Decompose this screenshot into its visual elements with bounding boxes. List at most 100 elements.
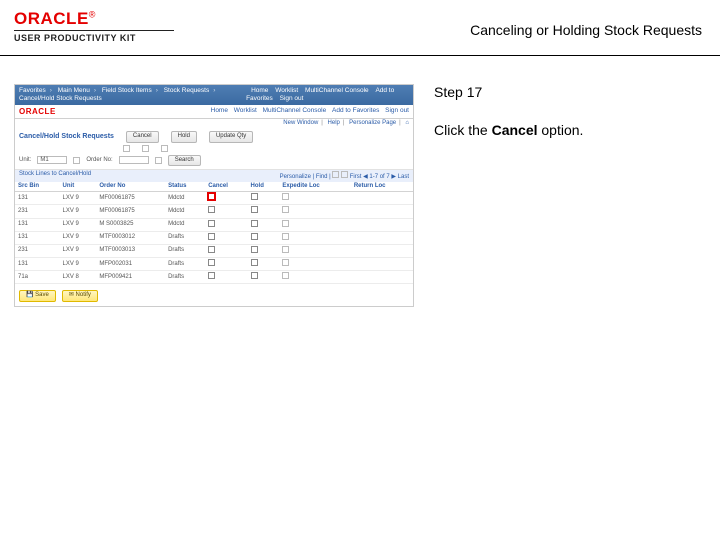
search-button[interactable]: Search xyxy=(168,155,201,166)
hold-checkbox[interactable] xyxy=(251,272,258,279)
table-cell: Drafts xyxy=(165,258,205,271)
lookup-icon[interactable] xyxy=(282,220,289,227)
return-cell xyxy=(351,271,413,284)
notify-button[interactable]: ✉ Notify xyxy=(62,290,98,301)
col-cancel[interactable]: Cancel xyxy=(205,182,247,192)
mast-link[interactable]: Worklist xyxy=(234,107,257,114)
table-cell: LXV 9 xyxy=(60,258,97,271)
grid-tools-links[interactable]: Personalize | Find | xyxy=(280,174,331,180)
return-cell xyxy=(351,205,413,218)
nav-link-home[interactable]: Home xyxy=(251,87,268,94)
crumb-item[interactable]: Favorites xyxy=(19,87,46,94)
hold-button[interactable]: Hold xyxy=(171,131,197,142)
col-expedite[interactable]: Expedite Loc xyxy=(279,182,350,192)
expedite-cell xyxy=(279,205,350,218)
cancel-checkbox[interactable] xyxy=(208,206,215,213)
col-orderno[interactable]: Order No xyxy=(96,182,165,192)
crumb-item[interactable]: Cancel/Hold Stock Requests xyxy=(19,95,102,102)
lookup-icon[interactable] xyxy=(282,259,289,266)
lookup-icon[interactable] xyxy=(282,272,289,279)
masthead: ORACLE Home Worklist MultiChannel Consol… xyxy=(15,105,413,120)
hold-cell xyxy=(248,231,280,244)
instr-pre: Click the xyxy=(434,122,492,138)
nav-link-console[interactable]: MultiChannel Console xyxy=(305,87,369,94)
step-label: Step 17 xyxy=(434,84,706,100)
cancel-button[interactable]: Cancel xyxy=(126,131,159,142)
col-srcbin[interactable]: Src Bin xyxy=(15,182,60,192)
cancel-checkbox[interactable] xyxy=(208,220,215,227)
hold-checkbox[interactable] xyxy=(251,193,258,200)
logo-divider xyxy=(14,30,174,31)
hold-checkbox[interactable] xyxy=(251,246,258,253)
lookup-icon[interactable] xyxy=(282,193,289,200)
lookup-icon[interactable] xyxy=(123,145,130,152)
save-button[interactable]: 💾 Save xyxy=(19,290,56,301)
cancel-checkbox[interactable] xyxy=(208,246,215,253)
util-help[interactable]: Help xyxy=(328,120,340,126)
download-icon[interactable] xyxy=(341,171,348,178)
breadcrumb: Favorites› Main Menu› Field Stock Items›… xyxy=(19,87,246,103)
crumb-item[interactable]: Stock Requests xyxy=(164,87,210,94)
nav-link-signout[interactable]: Sign out xyxy=(280,95,304,102)
lookup-icon[interactable] xyxy=(282,246,289,253)
hold-cell xyxy=(248,258,280,271)
col-status[interactable]: Status xyxy=(165,182,205,192)
table-cell: Mdctd xyxy=(165,218,205,231)
update-qty-button[interactable]: Update Qty xyxy=(209,131,253,142)
lookup-icon[interactable] xyxy=(155,157,162,164)
table-header-row: Src Bin Unit Order No Status Cancel Hold… xyxy=(15,182,413,192)
crumb-item[interactable]: Field Stock Items xyxy=(102,87,152,94)
cancel-checkbox[interactable] xyxy=(208,259,215,266)
cancel-checkbox[interactable] xyxy=(208,272,215,279)
instr-post: option. xyxy=(538,122,584,138)
table-row: 71aLXV 8MFP009421Drafts xyxy=(15,271,413,284)
lookup-icon[interactable] xyxy=(282,206,289,213)
doc-title: Canceling or Holding Stock Requests xyxy=(470,22,702,38)
table-cell: LXV 8 xyxy=(60,271,97,284)
order-field[interactable] xyxy=(119,156,149,164)
cancel-checkbox[interactable] xyxy=(208,193,215,200)
hold-checkbox[interactable] xyxy=(251,220,258,227)
util-personalize[interactable]: Personalize Page xyxy=(349,120,396,126)
mast-oracle-logo: ORACLE xyxy=(19,107,56,117)
grid-header-title: Stock Lines to Cancel/Hold xyxy=(19,171,91,181)
hold-checkbox[interactable] xyxy=(251,206,258,213)
table-cell: Drafts xyxy=(165,271,205,284)
unit-field[interactable]: M1 xyxy=(37,156,67,164)
table-cell: M S0003825 xyxy=(96,218,165,231)
col-unit[interactable]: Unit xyxy=(60,182,97,192)
search-row: Unit: M1 Order No: Search xyxy=(15,154,413,170)
util-http-icon[interactable]: ⌂ xyxy=(405,120,409,126)
cancel-cell xyxy=(205,244,247,257)
expedite-cell xyxy=(279,271,350,284)
form-footer: 💾 Save ✉ Notify xyxy=(15,286,413,305)
util-new-window[interactable]: New Window xyxy=(283,120,318,126)
view-all-icon[interactable] xyxy=(332,171,339,178)
grid-pager[interactable]: First ◀ 1-7 of 7 ▶ Last xyxy=(350,174,409,180)
page-title: Cancel/Hold Stock Requests xyxy=(19,133,114,141)
mast-link[interactable]: MultiChannel Console xyxy=(263,107,327,114)
mast-link[interactable]: Sign out xyxy=(385,107,409,114)
table-cell: 71a xyxy=(15,271,60,284)
table-cell: MF00061875 xyxy=(96,192,165,205)
table-cell: MFP002031 xyxy=(96,258,165,271)
mast-link[interactable]: Home xyxy=(211,107,228,114)
table-cell: 131 xyxy=(15,192,60,205)
crumb-item[interactable]: Main Menu xyxy=(58,87,90,94)
table-row: 131LXV 9MTF0003012Drafts xyxy=(15,231,413,244)
top-nav-links: Home Worklist MultiChannel Console Add t… xyxy=(246,87,409,103)
hold-cell xyxy=(248,192,280,205)
lookup-icon[interactable] xyxy=(282,233,289,240)
hold-checkbox[interactable] xyxy=(251,259,258,266)
expedite-cell xyxy=(279,244,350,257)
lookup-icon[interactable] xyxy=(142,145,149,152)
hold-checkbox[interactable] xyxy=(251,233,258,240)
lookup-icon[interactable] xyxy=(161,145,168,152)
cancel-checkbox[interactable] xyxy=(208,233,215,240)
col-hold[interactable]: Hold xyxy=(248,182,280,192)
col-return[interactable]: Return Loc xyxy=(351,182,413,192)
nav-link-worklist[interactable]: Worklist xyxy=(275,87,298,94)
registered-mark: ® xyxy=(89,9,96,19)
lookup-icon[interactable] xyxy=(73,157,80,164)
mast-link[interactable]: Add to Favorites xyxy=(332,107,379,114)
